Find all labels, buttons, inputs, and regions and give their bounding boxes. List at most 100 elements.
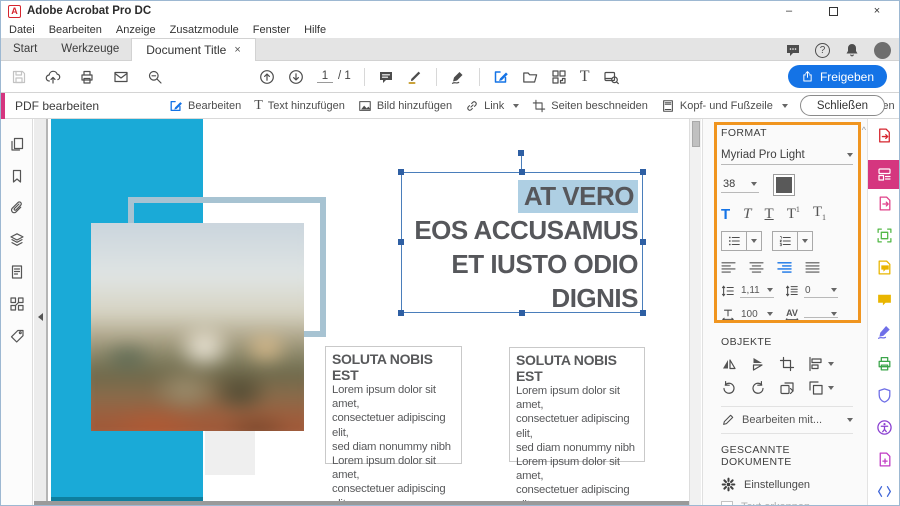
replace-image-icon[interactable]: [779, 380, 795, 396]
edit-mode-button[interactable]: Bearbeiten: [169, 99, 241, 113]
edit-with-button[interactable]: Bearbeiten mit...: [721, 406, 853, 434]
selection-handle[interactable]: [640, 310, 646, 316]
italic-button[interactable]: T: [743, 207, 751, 222]
scan-settings-button[interactable]: Einstellungen: [721, 477, 853, 492]
search-zoom-icon[interactable]: [147, 69, 163, 85]
fill-sign-icon[interactable]: [876, 323, 893, 340]
add-text-tool-icon[interactable]: T: [580, 69, 590, 85]
scrollbar-thumb[interactable]: [692, 121, 700, 147]
menu-zusatzmodule[interactable]: Zusatzmodule: [170, 24, 239, 36]
add-image-button[interactable]: Bild hinzufügen: [358, 99, 452, 113]
cloud-upload-icon[interactable]: [45, 69, 61, 85]
kerning-select[interactable]: [804, 312, 838, 318]
next-page-icon[interactable]: [288, 69, 304, 85]
email-icon[interactable]: [113, 69, 129, 85]
subscript-button[interactable]: T1: [813, 205, 826, 222]
previous-page-icon[interactable]: [259, 69, 275, 85]
font-size-select[interactable]: 38: [721, 178, 759, 193]
tags-icon[interactable]: [9, 328, 25, 344]
print-icon[interactable]: [79, 69, 95, 85]
layers-icon[interactable]: [9, 232, 25, 248]
tab-close-icon[interactable]: ×: [234, 44, 240, 56]
share-button[interactable]: Freigeben: [788, 65, 887, 88]
javascript-brackets-icon[interactable]: [876, 483, 893, 500]
create-pdf-icon[interactable]: [876, 451, 893, 468]
page-number-input[interactable]: 1: [317, 70, 333, 83]
feedback-icon[interactable]: [785, 42, 801, 58]
tab-start[interactable]: Start: [1, 38, 49, 60]
numbered-list-button[interactable]: [773, 232, 797, 250]
menu-bearbeiten[interactable]: Bearbeiten: [49, 24, 102, 36]
horizontal-scale-select[interactable]: 100: [740, 309, 774, 322]
text-column-2[interactable]: SOLUTA NOBIS EST Lorem ipsum dolor sit a…: [509, 347, 645, 462]
text-column-1[interactable]: SOLUTA NOBIS EST Lorem ipsum dolor sit a…: [325, 346, 462, 464]
line-spacing-select[interactable]: 1,11: [740, 285, 774, 298]
rotate-left-icon[interactable]: [721, 380, 737, 396]
minimize-button[interactable]: –: [767, 1, 811, 21]
align-left-button[interactable]: [721, 261, 736, 274]
edit-pdf-tool-icon[interactable]: [493, 69, 509, 85]
arrange-objects-button[interactable]: [808, 380, 834, 396]
panel-scroll-up-icon[interactable]: ^: [862, 125, 866, 135]
redact-search-icon[interactable]: [603, 69, 619, 85]
selection-handle[interactable]: [398, 169, 404, 175]
save-icon[interactable]: [11, 69, 27, 85]
page-thumbnails-icon[interactable]: [9, 136, 25, 152]
rotate-right-icon[interactable]: [750, 380, 766, 396]
bullet-list-options[interactable]: [746, 232, 761, 250]
help-icon[interactable]: ?: [815, 43, 830, 58]
menu-hilfe[interactable]: Hilfe: [304, 24, 326, 36]
highlighter-icon[interactable]: [407, 69, 423, 85]
protect-shield-icon[interactable]: [876, 387, 893, 404]
export-share-icon[interactable]: [876, 195, 893, 212]
tab-werkzeuge[interactable]: Werkzeuge: [49, 38, 131, 60]
comment-icon[interactable]: [378, 69, 394, 85]
font-color-swatch[interactable]: [773, 174, 795, 196]
numbered-list-options[interactable]: [797, 232, 812, 250]
enhance-scans-icon[interactable]: [876, 227, 893, 244]
align-center-button[interactable]: [749, 261, 764, 274]
vertical-scrollbar[interactable]: [689, 119, 701, 505]
print-production-icon[interactable]: [876, 355, 893, 372]
content-page-icon[interactable]: [9, 264, 25, 280]
menu-fenster[interactable]: Fenster: [253, 24, 290, 36]
sign-pen-icon[interactable]: [450, 69, 466, 85]
align-justify-button[interactable]: [805, 261, 820, 274]
selection-rotation-handle[interactable]: [518, 150, 524, 156]
highlighted-text[interactable]: AT VERO: [518, 180, 638, 213]
close-button[interactable]: ×: [855, 1, 899, 21]
header-footer-button[interactable]: Kopf- und Fußzeile: [661, 99, 788, 113]
bookmarks-icon[interactable]: [9, 168, 25, 184]
maximize-button[interactable]: [811, 1, 855, 21]
user-avatar[interactable]: [874, 42, 891, 59]
bullet-list-button[interactable]: [722, 232, 746, 250]
link-button[interactable]: Link: [465, 99, 519, 113]
flip-horizontal-icon[interactable]: [721, 356, 737, 372]
open-folder-icon[interactable]: [522, 69, 538, 85]
close-tool-button[interactable]: Schließen: [800, 95, 885, 116]
menu-datei[interactable]: Datei: [9, 24, 35, 36]
add-text-button[interactable]: T Text hinzufügen: [254, 99, 345, 113]
recognize-text-checkbox[interactable]: [721, 501, 733, 506]
selection-handle[interactable]: [640, 169, 646, 175]
notifications-bell-icon[interactable]: [844, 42, 860, 58]
crop-pages-button[interactable]: Seiten beschneiden: [532, 99, 648, 113]
flip-vertical-icon[interactable]: [750, 356, 766, 372]
destinations-grid-icon[interactable]: [9, 296, 25, 312]
align-objects-button[interactable]: [808, 356, 834, 372]
collapse-left-pane-icon[interactable]: [38, 313, 43, 321]
selection-handle[interactable]: [519, 169, 525, 175]
attachments-paperclip-icon[interactable]: [9, 200, 25, 216]
font-family-select[interactable]: Myriad Pro Light: [721, 149, 853, 165]
request-comments-icon[interactable]: [876, 259, 893, 276]
export-pdf-icon[interactable]: [876, 127, 893, 144]
align-right-button[interactable]: [777, 261, 792, 274]
accessibility-icon[interactable]: [876, 419, 893, 436]
paragraph-spacing-select[interactable]: 0: [804, 285, 838, 298]
organize-pages-icon[interactable]: [551, 69, 567, 85]
comment-tool-icon[interactable]: [876, 291, 893, 308]
edit-pdf-active-tool[interactable]: [868, 160, 900, 189]
bold-button[interactable]: T: [721, 207, 730, 222]
menu-anzeige[interactable]: Anzeige: [116, 24, 156, 36]
photo-image[interactable]: [91, 223, 304, 431]
